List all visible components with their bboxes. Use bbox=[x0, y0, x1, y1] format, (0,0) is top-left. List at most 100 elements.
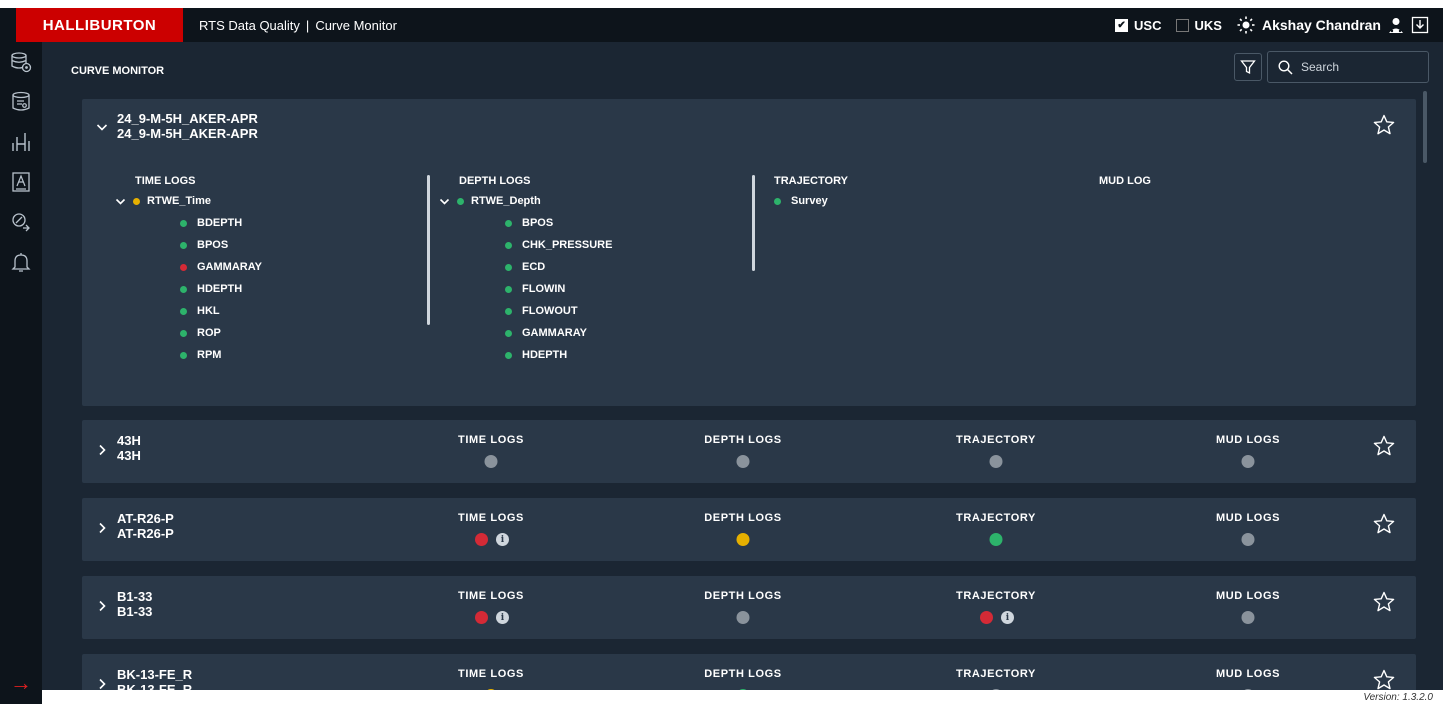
status-dot bbox=[505, 263, 512, 271]
tree-leaf-label: GAMMARAY bbox=[197, 261, 262, 273]
tree-leaf-label: CHK_PRESSURE bbox=[522, 239, 613, 251]
download-icon[interactable] bbox=[1411, 16, 1429, 34]
favorite-star-icon[interactable] bbox=[1372, 113, 1396, 137]
well-title: B1-33 bbox=[117, 589, 153, 604]
tree-leaf[interactable]: ECD bbox=[505, 261, 545, 273]
status-dot bbox=[736, 611, 750, 624]
favorite-star-icon[interactable] bbox=[1372, 590, 1396, 614]
well-card[interactable]: B1-33 B1-33 TIME LOGS i DEPTH LOGS TRAJECTORY… bbox=[82, 576, 1416, 639]
user-area[interactable]: Akshay Chandran bbox=[1236, 15, 1429, 35]
section-divider bbox=[752, 175, 755, 271]
status-depth bbox=[736, 533, 750, 546]
page-header: CURVE MONITOR Search bbox=[42, 42, 1443, 96]
favorite-star-icon[interactable] bbox=[1372, 668, 1396, 692]
database-list-icon[interactable] bbox=[0, 82, 42, 122]
search-input[interactable]: Search bbox=[1267, 51, 1429, 83]
chevron-down-icon[interactable] bbox=[439, 196, 450, 207]
tree-leaf[interactable]: RPM bbox=[180, 349, 221, 361]
status-dot bbox=[505, 307, 512, 315]
column-header-trajectory: TRAJECTORY bbox=[956, 668, 1036, 680]
chevron-down-icon[interactable] bbox=[115, 196, 126, 207]
status-dot bbox=[475, 611, 488, 624]
tree-leaf-label: BDEPTH bbox=[197, 217, 243, 229]
chevron-right-icon[interactable] bbox=[96, 444, 108, 456]
curve-monitor-icon[interactable] bbox=[0, 122, 42, 162]
bell-icon[interactable] bbox=[0, 242, 42, 282]
well-subtitle: B1-33 bbox=[117, 604, 153, 619]
tree-node-survey[interactable]: Survey bbox=[774, 195, 828, 207]
unit-usc[interactable]: ✔ USC bbox=[1115, 18, 1162, 33]
well-card-expanded[interactable]: 24_9-M-5H_AKER-APR 24_9-M-5H_AKER-APR TI… bbox=[82, 99, 1416, 406]
column-header-depth: DEPTH LOGS bbox=[704, 668, 782, 680]
app-name: RTS Data Quality bbox=[199, 17, 300, 33]
well-card[interactable]: 43H 43H TIME LOGS DEPTH LOGS TRAJECTORY MUD L… bbox=[82, 420, 1416, 483]
halliburton-logo[interactable]: HALLIBURTON bbox=[16, 8, 183, 42]
uks-checkbox[interactable] bbox=[1175, 18, 1189, 32]
scrollbar-thumb[interactable] bbox=[1423, 91, 1427, 163]
tree-node-rtwe-time[interactable]: RTWE_Time bbox=[115, 195, 211, 207]
header-controls: ✔ USC UKS Akshay Chandran bbox=[1115, 8, 1429, 42]
info-icon[interactable]: i bbox=[496, 611, 509, 624]
filter-icon bbox=[1240, 60, 1256, 75]
tree-leaf[interactable]: HKL bbox=[180, 305, 220, 317]
link-icon[interactable] bbox=[0, 202, 42, 242]
tree-leaf[interactable]: CHK_PRESSURE bbox=[505, 239, 612, 251]
info-icon[interactable]: i bbox=[1001, 611, 1014, 624]
status-dot bbox=[505, 285, 512, 293]
well-title: BK-13-FE_R bbox=[117, 667, 193, 682]
well-name: 43H 43H bbox=[117, 433, 141, 463]
tree-leaf[interactable]: GAMMARAY bbox=[180, 261, 262, 273]
depth-logs-title: DEPTH LOGS bbox=[459, 175, 531, 187]
status-mud bbox=[1241, 611, 1255, 624]
well-card[interactable]: AT-R26-P AT-R26-P TIME LOGS i DEPTH LOGS TRAJ… bbox=[82, 498, 1416, 561]
page-title: CURVE MONITOR bbox=[71, 65, 165, 77]
tree-leaf[interactable]: HDEPTH bbox=[180, 283, 242, 295]
unit-uks[interactable]: UKS bbox=[1175, 18, 1222, 33]
logout-arrow-icon[interactable]: → bbox=[0, 670, 42, 696]
database-icon[interactable] bbox=[0, 42, 42, 82]
tree-leaf[interactable]: ROP bbox=[180, 327, 221, 339]
tree-leaf[interactable]: FLOWOUT bbox=[505, 305, 578, 317]
status-dot bbox=[505, 351, 512, 359]
tree-leaf[interactable]: BPOS bbox=[505, 217, 553, 229]
status-trajectory bbox=[989, 455, 1003, 468]
search-icon bbox=[1278, 59, 1293, 75]
chevron-right-icon[interactable] bbox=[96, 678, 108, 690]
user-name[interactable]: Akshay Chandran bbox=[1262, 17, 1381, 33]
chevron-down-icon[interactable] bbox=[96, 121, 108, 133]
user-icon[interactable] bbox=[1387, 16, 1405, 34]
well-name: 24_9-M-5H_AKER-APR 24_9-M-5H_AKER-APR bbox=[117, 111, 258, 141]
tree-leaf[interactable]: HDEPTH bbox=[505, 349, 567, 361]
status-dot bbox=[180, 219, 187, 227]
tree-leaf[interactable]: FLOWIN bbox=[505, 283, 565, 295]
tree-leaf[interactable]: BPOS bbox=[180, 239, 228, 251]
info-icon[interactable]: i bbox=[496, 533, 509, 546]
filter-button[interactable] bbox=[1234, 53, 1262, 81]
column-header-mud: MUD LOGS bbox=[1215, 434, 1281, 446]
favorite-star-icon[interactable] bbox=[1372, 434, 1396, 458]
column-header-depth: DEPTH LOGS bbox=[704, 434, 782, 446]
trajectory-title: TRAJECTORY bbox=[774, 175, 848, 187]
well-title: AT-R26-P bbox=[117, 511, 174, 526]
status-dot bbox=[736, 455, 750, 468]
status-dot bbox=[505, 219, 512, 227]
well-subtitle: 24_9-M-5H_AKER-APR bbox=[117, 126, 258, 141]
theme-sun-icon[interactable] bbox=[1236, 15, 1256, 35]
column-header-trajectory: TRAJECTORY bbox=[956, 434, 1036, 446]
report-icon[interactable] bbox=[0, 162, 42, 202]
chevron-right-icon[interactable] bbox=[96, 522, 108, 534]
status-dot bbox=[736, 533, 750, 546]
tree-node-rtwe-depth[interactable]: RTWE_Depth bbox=[439, 195, 541, 207]
status-time bbox=[484, 455, 498, 468]
tree-node-label: RTWE_Time bbox=[147, 195, 211, 207]
tree-leaf[interactable]: GAMMARAY bbox=[505, 327, 587, 339]
status-dot bbox=[989, 455, 1003, 468]
usc-checkbox[interactable]: ✔ bbox=[1115, 18, 1129, 32]
well-title: 43H bbox=[117, 433, 141, 448]
status-mud bbox=[1241, 533, 1255, 546]
favorite-star-icon[interactable] bbox=[1372, 512, 1396, 536]
tree-leaf-label: BPOS bbox=[522, 217, 554, 229]
chevron-right-icon[interactable] bbox=[96, 600, 108, 612]
tree-leaf[interactable]: BDEPTH bbox=[180, 217, 242, 229]
tree-leaf-label: HKL bbox=[197, 305, 220, 317]
